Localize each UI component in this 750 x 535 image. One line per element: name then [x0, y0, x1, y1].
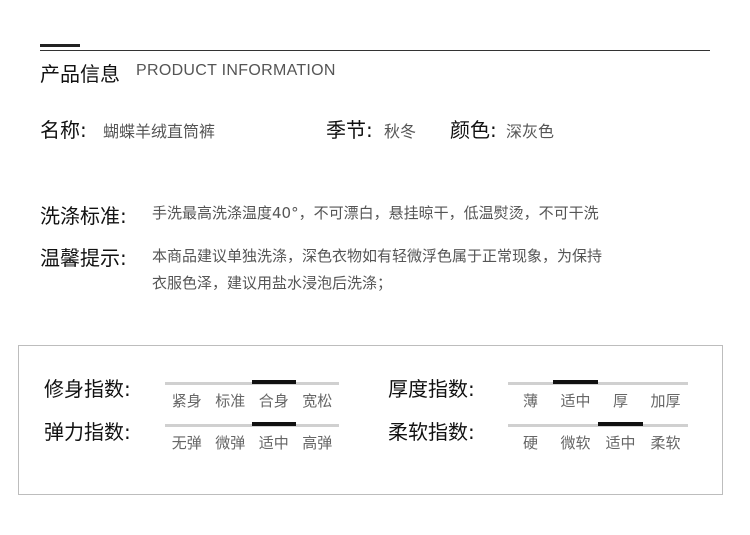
index-option-label: 适中 [258, 434, 289, 452]
index-option-marker [296, 382, 340, 385]
index-option-label: 标准 [215, 392, 246, 410]
elasticity-index-label: 弹力指数: [44, 420, 131, 444]
index-option-label: 无弹 [171, 434, 202, 452]
season-value: 秋冬 [384, 122, 417, 141]
index-option-selected: 合身 [252, 378, 296, 416]
wash-value: 手洗最高洗涤温度40°，不可漂白，悬挂晾干，低温熨烫，不可干洗 [152, 204, 599, 222]
index-option: 薄 [508, 378, 553, 416]
wash-label: 洗涤标准: [40, 204, 127, 228]
index-option-marker [209, 424, 253, 427]
thickness-index-label: 厚度指数: [388, 377, 475, 401]
index-option-marker [165, 382, 209, 385]
tips-label: 温馨提示: [40, 246, 127, 270]
color-label: 颜色: [450, 118, 497, 142]
index-option-label: 适中 [560, 392, 591, 410]
index-option-selected: 适中 [252, 420, 296, 458]
index-option-marker [296, 424, 340, 427]
softness-index-scale: 硬 微软 适中 柔软 [508, 420, 688, 452]
index-option: 厚 [598, 378, 643, 416]
index-option-label: 微软 [560, 434, 591, 452]
index-option-marker [165, 424, 209, 427]
index-option: 高弹 [296, 420, 340, 458]
index-option-label: 加厚 [650, 392, 681, 410]
index-option-marker [508, 424, 553, 427]
index-option-marker [553, 424, 598, 427]
index-option-label: 微弹 [215, 434, 246, 452]
index-option-selected: 适中 [598, 420, 643, 458]
color-value: 深灰色 [506, 122, 555, 141]
index-option: 微软 [553, 420, 598, 458]
index-option: 宽松 [296, 378, 340, 416]
thickness-index-scale: 薄 适中 厚 加厚 [508, 378, 688, 410]
softness-index-label: 柔软指数: [388, 420, 475, 444]
index-option: 柔软 [643, 420, 688, 458]
index-option-marker [598, 422, 643, 426]
index-option-label: 薄 [522, 392, 538, 410]
index-option: 加厚 [643, 378, 688, 416]
index-option-marker [508, 382, 553, 385]
index-option-label: 柔软 [650, 434, 681, 452]
index-option: 硬 [508, 420, 553, 458]
index-option: 微弹 [209, 420, 253, 458]
index-option-label: 紧身 [171, 392, 202, 410]
index-option-marker [252, 380, 296, 384]
tips-line-2: 衣服色泽，建议用盐水浸泡后洗涤； [152, 274, 393, 292]
name-value: 蝴蝶羊绒直筒裤 [103, 122, 216, 141]
section-title-cn: 产品信息 [40, 62, 120, 86]
index-option-selected: 适中 [553, 378, 598, 416]
index-option-marker [553, 380, 598, 384]
header-accent-bar [40, 44, 80, 47]
index-option-marker [209, 382, 253, 385]
index-option-label: 宽松 [302, 392, 333, 410]
season-label: 季节: [326, 118, 373, 142]
fit-index-scale: 紧身 标准 合身 宽松 [165, 378, 339, 410]
section-title-en: PRODUCT INFORMATION [136, 62, 336, 79]
header-divider [40, 50, 710, 51]
index-option: 紧身 [165, 378, 209, 416]
name-label: 名称: [40, 118, 87, 142]
index-option-label: 高弹 [302, 434, 333, 452]
index-option-label: 厚 [612, 392, 628, 410]
index-option-label: 适中 [605, 434, 636, 452]
index-option: 标准 [209, 378, 253, 416]
tips-line-1: 本商品建议单独洗涤，深色衣物如有轻微浮色属于正常现象，为保持 [152, 247, 603, 265]
elasticity-index-scale: 无弹 微弹 适中 高弹 [165, 420, 339, 452]
index-option-marker [598, 382, 643, 385]
index-option-marker [643, 424, 688, 427]
index-option-label: 硬 [522, 434, 538, 452]
index-option: 无弹 [165, 420, 209, 458]
index-option-label: 合身 [258, 392, 289, 410]
fit-index-label: 修身指数: [44, 377, 131, 401]
index-option-marker [252, 422, 296, 426]
index-option-marker [643, 382, 688, 385]
